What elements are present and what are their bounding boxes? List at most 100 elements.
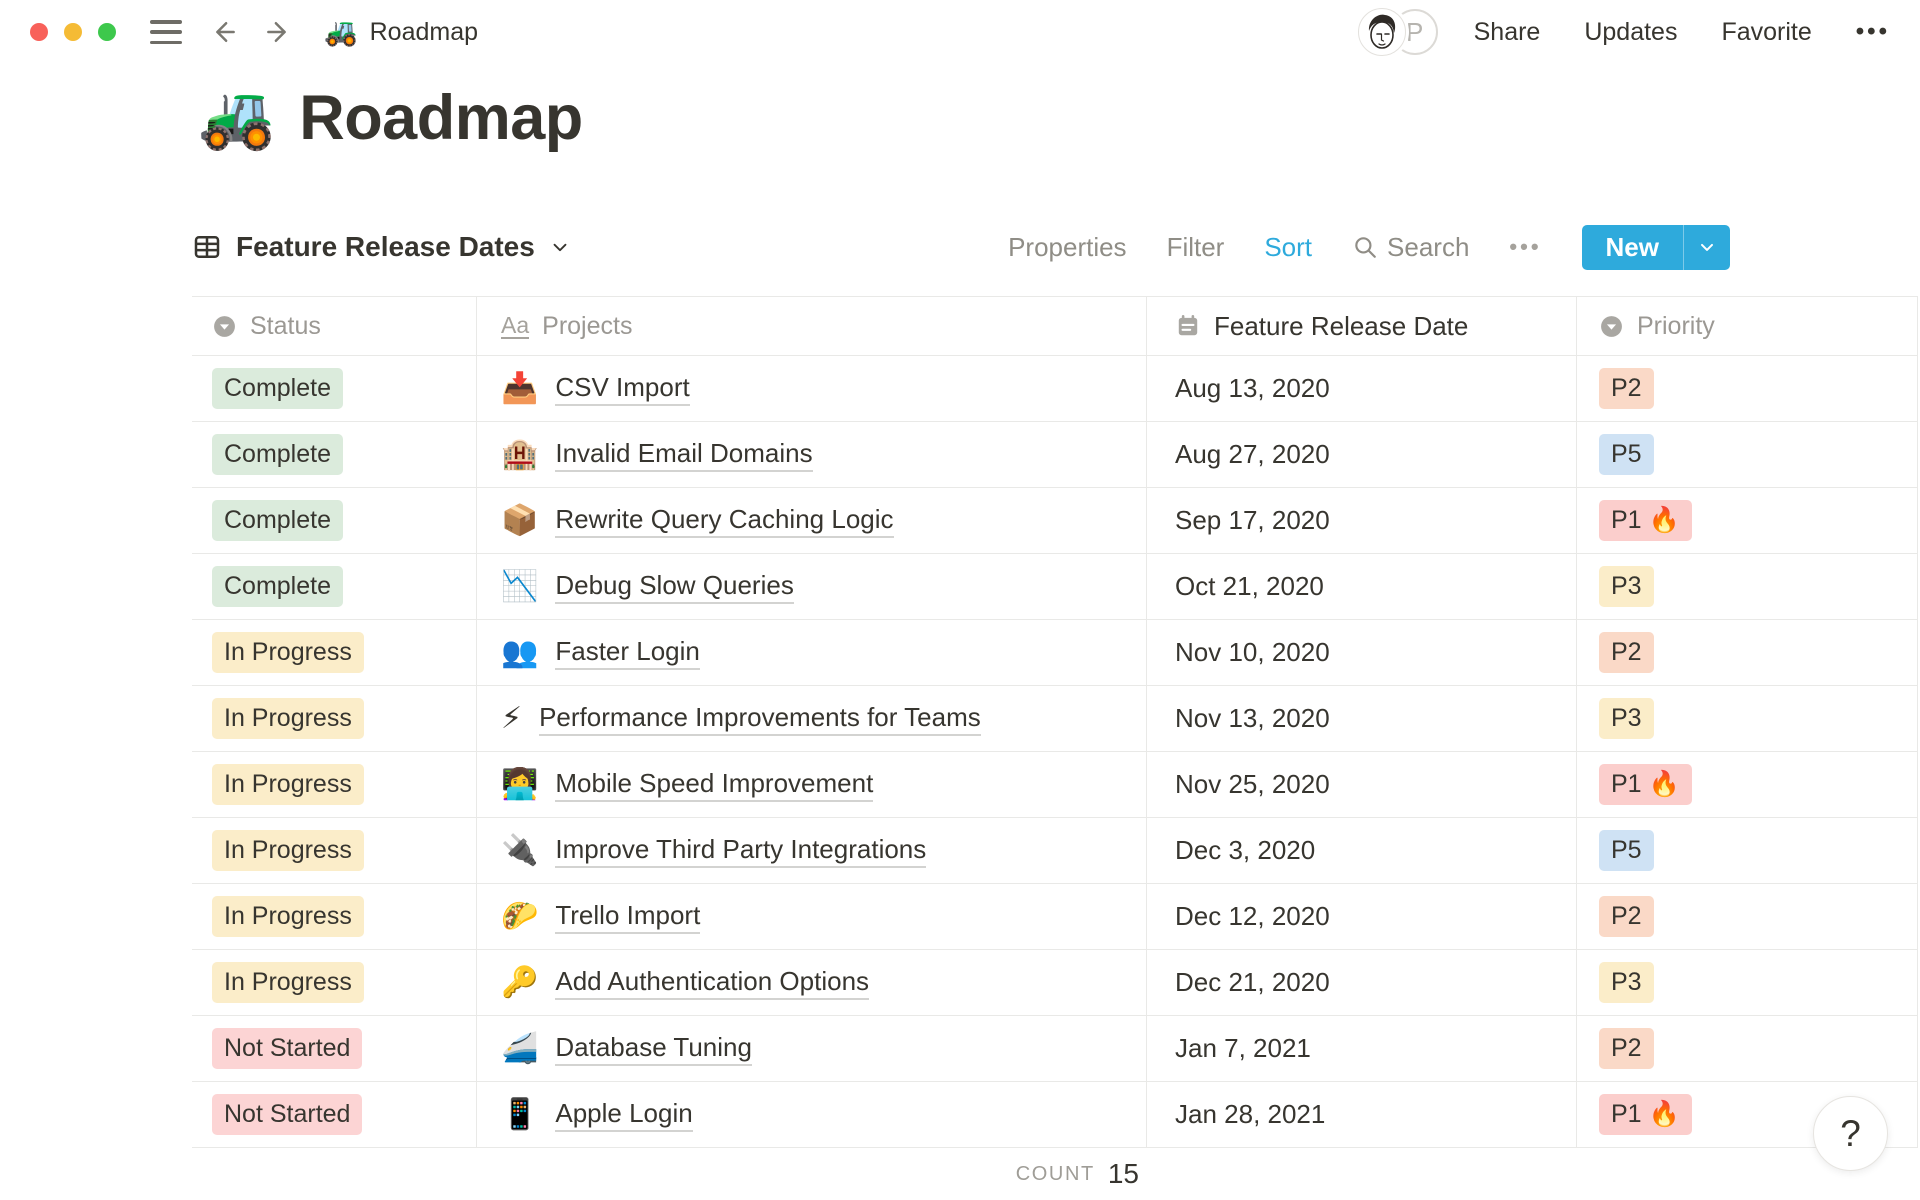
- project-cell[interactable]: 🔑 Add Authentication Options: [477, 950, 1147, 1015]
- project-cell[interactable]: 👥 Faster Login: [477, 620, 1147, 685]
- priority-tag[interactable]: P2: [1599, 367, 1654, 410]
- date-cell[interactable]: Jan 28, 2021: [1147, 1082, 1577, 1147]
- project-cell[interactable]: 🚄 Database Tuning: [477, 1016, 1147, 1081]
- forward-button[interactable]: [264, 17, 294, 47]
- table-row[interactable]: In Progress ⚡ Performance Improvements f…: [192, 686, 1918, 752]
- project-cell[interactable]: 📥 CSV Import: [477, 356, 1147, 421]
- project-cell[interactable]: 📱 Apple Login: [477, 1082, 1147, 1147]
- table-row[interactable]: Not Started 🚄 Database Tuning Jan 7, 202…: [192, 1016, 1918, 1082]
- status-tag[interactable]: Not Started: [212, 1093, 363, 1136]
- status-tag[interactable]: Complete: [212, 499, 343, 542]
- page-tractor-icon[interactable]: 🚜: [198, 87, 275, 149]
- date-cell[interactable]: Oct 21, 2020: [1147, 554, 1577, 619]
- priority-cell[interactable]: P2: [1577, 884, 1918, 949]
- project-page-link[interactable]: Performance Improvements for Teams: [539, 702, 981, 736]
- priority-cell[interactable]: P2: [1577, 1016, 1918, 1081]
- date-cell[interactable]: Aug 27, 2020: [1147, 422, 1577, 487]
- minimize-window-button[interactable]: [64, 23, 82, 41]
- project-page-link[interactable]: Mobile Speed Improvement: [555, 768, 874, 802]
- status-tag[interactable]: Not Started: [212, 1027, 363, 1070]
- project-cell[interactable]: 📉 Debug Slow Queries: [477, 554, 1147, 619]
- status-cell[interactable]: Complete: [192, 554, 477, 619]
- priority-tag[interactable]: P2: [1599, 1027, 1654, 1070]
- share-button[interactable]: Share: [1474, 18, 1541, 47]
- status-cell[interactable]: In Progress: [192, 884, 477, 949]
- priority-cell[interactable]: P3: [1577, 950, 1918, 1015]
- date-cell[interactable]: Aug 13, 2020: [1147, 356, 1577, 421]
- page-title[interactable]: Roadmap: [299, 82, 583, 154]
- breadcrumb[interactable]: 🚜 Roadmap: [324, 16, 478, 48]
- table-row[interactable]: In Progress 🔑 Add Authentication Options…: [192, 950, 1918, 1016]
- project-cell[interactable]: 📦 Rewrite Query Caching Logic: [477, 488, 1147, 553]
- table-row[interactable]: Complete 📥 CSV Import Aug 13, 2020 P2: [192, 356, 1918, 422]
- project-cell[interactable]: 👩‍💻 Mobile Speed Improvement: [477, 752, 1147, 817]
- project-cell[interactable]: 🔌 Improve Third Party Integrations: [477, 818, 1147, 883]
- status-cell[interactable]: In Progress: [192, 686, 477, 751]
- properties-button[interactable]: Properties: [1008, 232, 1127, 263]
- status-tag[interactable]: In Progress: [212, 697, 364, 740]
- status-cell[interactable]: In Progress: [192, 620, 477, 685]
- priority-cell[interactable]: P5: [1577, 818, 1918, 883]
- table-row[interactable]: In Progress 👥 Faster Login Nov 10, 2020 …: [192, 620, 1918, 686]
- status-tag[interactable]: In Progress: [212, 763, 364, 806]
- table-row[interactable]: Complete 📉 Debug Slow Queries Oct 21, 20…: [192, 554, 1918, 620]
- priority-tag[interactable]: P1 🔥: [1599, 763, 1692, 806]
- status-tag[interactable]: In Progress: [212, 961, 364, 1004]
- date-cell[interactable]: Nov 13, 2020: [1147, 686, 1577, 751]
- priority-tag[interactable]: P5: [1599, 433, 1654, 476]
- date-cell[interactable]: Dec 21, 2020: [1147, 950, 1577, 1015]
- priority-cell[interactable]: P2: [1577, 620, 1918, 685]
- priority-cell[interactable]: P5: [1577, 422, 1918, 487]
- status-tag[interactable]: In Progress: [212, 895, 364, 938]
- zoom-window-button[interactable]: [98, 23, 116, 41]
- favorite-button[interactable]: Favorite: [1721, 18, 1811, 47]
- priority-tag[interactable]: P3: [1599, 565, 1654, 608]
- project-cell[interactable]: 🌮 Trello Import: [477, 884, 1147, 949]
- priority-tag[interactable]: P2: [1599, 895, 1654, 938]
- priority-tag[interactable]: P3: [1599, 697, 1654, 740]
- priority-cell[interactable]: P1 🔥: [1577, 488, 1918, 553]
- help-button[interactable]: ?: [1813, 1096, 1888, 1171]
- priority-tag[interactable]: P3: [1599, 961, 1654, 1004]
- table-row[interactable]: In Progress 🔌 Improve Third Party Integr…: [192, 818, 1918, 884]
- filter-button[interactable]: Filter: [1167, 232, 1225, 263]
- date-cell[interactable]: Jan 7, 2021: [1147, 1016, 1577, 1081]
- status-cell[interactable]: Complete: [192, 422, 477, 487]
- view-more-icon[interactable]: •••: [1509, 234, 1541, 260]
- project-cell[interactable]: ⚡ Performance Improvements for Teams: [477, 686, 1147, 751]
- priority-cell[interactable]: P3: [1577, 554, 1918, 619]
- column-header-status[interactable]: Status: [192, 297, 477, 355]
- user-avatar[interactable]: [1357, 8, 1406, 56]
- close-window-button[interactable]: [30, 23, 48, 41]
- project-cell[interactable]: 🏨 Invalid Email Domains: [477, 422, 1147, 487]
- status-cell[interactable]: Not Started: [192, 1082, 477, 1147]
- status-tag[interactable]: In Progress: [212, 631, 364, 674]
- priority-cell[interactable]: P3: [1577, 686, 1918, 751]
- project-page-link[interactable]: Rewrite Query Caching Logic: [555, 504, 894, 538]
- status-tag[interactable]: Complete: [212, 565, 343, 608]
- project-page-link[interactable]: Apple Login: [555, 1098, 693, 1132]
- project-page-link[interactable]: Trello Import: [555, 900, 701, 934]
- table-row[interactable]: Complete 🏨 Invalid Email Domains Aug 27,…: [192, 422, 1918, 488]
- project-page-link[interactable]: Database Tuning: [555, 1032, 752, 1066]
- status-cell[interactable]: In Progress: [192, 752, 477, 817]
- priority-tag[interactable]: P1 🔥: [1599, 499, 1692, 542]
- date-cell[interactable]: Dec 3, 2020: [1147, 818, 1577, 883]
- sort-button[interactable]: Sort: [1264, 232, 1312, 263]
- status-tag[interactable]: Complete: [212, 433, 343, 476]
- new-button[interactable]: New: [1581, 224, 1730, 270]
- status-cell[interactable]: In Progress: [192, 818, 477, 883]
- project-page-link[interactable]: Add Authentication Options: [555, 966, 870, 1000]
- date-cell[interactable]: Dec 12, 2020: [1147, 884, 1577, 949]
- more-options-icon[interactable]: •••: [1856, 18, 1890, 46]
- status-cell[interactable]: Complete: [192, 356, 477, 421]
- project-page-link[interactable]: Improve Third Party Integrations: [555, 834, 927, 868]
- column-header-date[interactable]: Feature Release Date: [1147, 297, 1577, 355]
- status-tag[interactable]: Complete: [212, 367, 343, 410]
- priority-tag[interactable]: P2: [1599, 631, 1654, 674]
- table-row[interactable]: Complete 📦 Rewrite Query Caching Logic S…: [192, 488, 1918, 554]
- date-cell[interactable]: Nov 25, 2020: [1147, 752, 1577, 817]
- status-cell[interactable]: Complete: [192, 488, 477, 553]
- table-row[interactable]: Not Started 📱 Apple Login Jan 28, 2021 P…: [192, 1082, 1918, 1148]
- table-calculation-footer[interactable]: COUNT 15: [192, 1148, 1139, 1200]
